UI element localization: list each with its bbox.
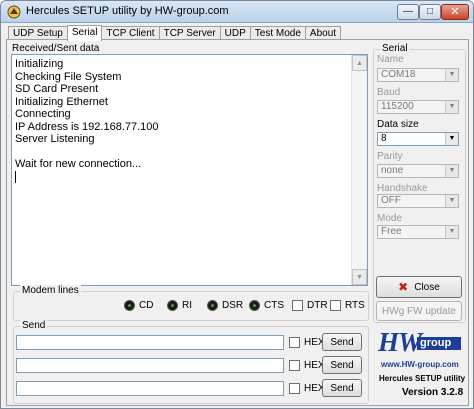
hex-checkbox-box-1[interactable] (289, 337, 300, 348)
hw-group-logo: HW group www.HW-group.com Hercules SETUP… (374, 323, 468, 405)
hwg-fw-update-button[interactable]: HWg FW update (376, 301, 462, 321)
hex-checkbox-1[interactable]: HEX (289, 337, 325, 348)
cd-label: CD (139, 300, 154, 311)
rts-checkbox[interactable]: RTS (330, 300, 365, 311)
baud-select: 115200 ▼ (377, 100, 459, 114)
chevron-down-icon: ▼ (445, 165, 458, 177)
title-bar[interactable]: Hercules SETUP utility by HW-group.com —… (1, 1, 473, 23)
close-port-label: Close (414, 281, 440, 293)
logo-url-text: www.HW-group.com (381, 360, 459, 369)
maximize-icon: □ (426, 6, 434, 17)
handshake-label: Handshake (377, 183, 428, 194)
chevron-down-icon: ▼ (445, 195, 458, 207)
window-title: Hercules SETUP utility by HW-group.com (26, 5, 229, 17)
cts-led-icon (249, 300, 260, 311)
dtr-checkbox-box[interactable] (292, 300, 303, 311)
rts-checkbox-box[interactable] (330, 300, 341, 311)
dtr-checkbox[interactable]: DTR (292, 300, 328, 311)
cts-label: CTS (264, 300, 284, 311)
chevron-down-icon: ▼ (445, 226, 458, 238)
received-data-label: Received/Sent data (12, 43, 100, 54)
modem-lines-title: Modem lines (20, 285, 81, 296)
tab-strip: UDP Setup Serial TCP Client TCP Server U… (8, 25, 342, 41)
app-window: Hercules SETUP utility by HW-group.com —… (0, 0, 474, 409)
tab-serial[interactable]: Serial (66, 25, 103, 41)
cts-indicator: CTS (249, 300, 284, 311)
send-group-title: Send (20, 320, 48, 331)
parity-label: Parity (377, 151, 403, 162)
ri-led-icon (167, 300, 178, 311)
minimize-button[interactable]: — (397, 4, 419, 20)
hex-checkbox-3[interactable]: HEX (289, 383, 325, 394)
vertical-scrollbar[interactable]: ▲ ▼ (351, 55, 367, 285)
data-size-label: Data size (377, 119, 419, 130)
baud-label: Baud (377, 87, 401, 98)
dsr-led-icon (207, 300, 218, 311)
cd-led-icon (124, 300, 135, 311)
chevron-down-icon: ▼ (445, 69, 458, 81)
mode-label: Mode (377, 213, 403, 224)
serial-group-title: Serial (380, 43, 410, 54)
mode-value: Free (381, 226, 402, 237)
send-input-3[interactable] (16, 381, 284, 396)
close-x-icon: ✖ (398, 280, 409, 294)
hex-checkbox-box-2[interactable] (289, 360, 300, 371)
hwg-fw-update-label: HWg FW update (382, 305, 456, 317)
chevron-down-icon: ▼ (445, 101, 458, 113)
mode-select: Free ▼ (377, 225, 459, 239)
logo-hw-text: HW (378, 327, 422, 357)
received-data-text: Initializing Checking File System SD Car… (15, 58, 159, 170)
send-group: Send HEX Send HEX Send HEX Send (13, 320, 369, 404)
name-label: Name (377, 54, 404, 65)
hex-checkbox-2[interactable]: HEX (289, 360, 325, 371)
scroll-down-icon[interactable]: ▼ (352, 269, 367, 285)
rts-label: RTS (345, 300, 365, 311)
logo-app-name: Hercules SETUP utility (379, 374, 466, 383)
dtr-label: DTR (307, 300, 328, 311)
close-port-button[interactable]: ✖ Close (376, 276, 462, 298)
handshake-select: OFF ▼ (377, 194, 459, 208)
maximize-button[interactable]: □ (419, 4, 441, 20)
close-icon: ✕ (450, 5, 460, 18)
close-window-button[interactable]: ✕ (441, 4, 469, 20)
serial-settings-group: Serial Name COM18 ▼ Baud 115200 ▼ Data s… (373, 43, 466, 323)
logo-version: Version 3.2.8 (402, 387, 464, 398)
data-size-select[interactable]: 8 ▼ (377, 132, 459, 146)
modem-lines-group: Modem lines CD RI DSR CTS DTR RTS (13, 285, 369, 321)
baud-value: 115200 (381, 101, 414, 112)
logo-group-text: group (417, 337, 461, 350)
chevron-down-icon[interactable]: ▼ (445, 133, 458, 145)
hex-checkbox-box-3[interactable] (289, 383, 300, 394)
port-name-select: COM18 ▼ (377, 68, 459, 82)
text-caret (15, 171, 16, 183)
send-button-3[interactable]: Send (322, 379, 362, 397)
hercules-app-icon (7, 5, 21, 19)
ri-indicator: RI (167, 300, 192, 311)
scroll-up-icon[interactable]: ▲ (352, 55, 367, 71)
received-data-group: Received/Sent data Initializing Checking… (10, 43, 369, 286)
minimize-icon: — (403, 6, 413, 17)
send-button-1[interactable]: Send (322, 333, 362, 351)
serial-tab-panel: Received/Sent data Initializing Checking… (6, 39, 469, 406)
dsr-indicator: DSR (207, 300, 243, 311)
send-button-2[interactable]: Send (322, 356, 362, 374)
received-data-textarea[interactable]: Initializing Checking File System SD Car… (11, 54, 368, 286)
dsr-label: DSR (222, 300, 244, 311)
ri-label: RI (182, 300, 192, 311)
send-input-1[interactable] (16, 335, 284, 350)
handshake-value: OFF (381, 195, 401, 206)
port-name-value: COM18 (381, 69, 416, 80)
send-input-2[interactable] (16, 358, 284, 373)
data-size-value: 8 (381, 133, 387, 144)
parity-value: none (381, 165, 404, 176)
cd-indicator: CD (124, 300, 153, 311)
parity-select: none ▼ (377, 164, 459, 178)
